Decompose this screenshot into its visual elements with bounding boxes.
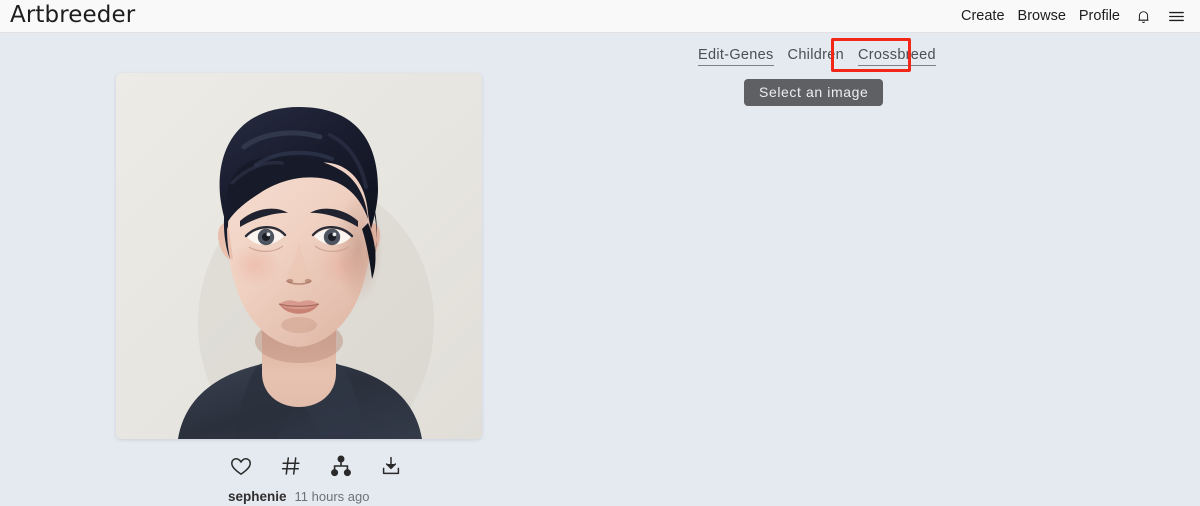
like-heart-icon[interactable]	[226, 451, 256, 481]
nav-item-create[interactable]: Create	[961, 8, 1005, 24]
lineage-tree-icon[interactable]	[326, 451, 356, 481]
author-username[interactable]: sephenie	[228, 489, 287, 504]
timestamp: 11 hours ago	[294, 489, 370, 504]
artwork-action-row	[116, 449, 482, 483]
nav-item-profile[interactable]: Profile	[1079, 8, 1120, 24]
tab-crossbreed[interactable]: Crossbreed	[857, 47, 936, 66]
portrait-image[interactable]	[116, 73, 482, 439]
artwork-panel: sephenie 11 hours ago	[116, 73, 482, 504]
tab-children[interactable]: Children	[788, 47, 844, 65]
select-an-image-button[interactable]: Select an image	[744, 79, 884, 106]
header-nav: Create Browse Profile	[961, 6, 1186, 26]
hamburger-menu-icon[interactable]	[1166, 6, 1186, 26]
brand-logo[interactable]: Artbreeder	[10, 3, 135, 29]
tags-hash-icon[interactable]	[276, 451, 306, 481]
nav-item-browse[interactable]: Browse	[1018, 8, 1066, 24]
top-header-bar: Artbreeder Create Browse Profile	[0, 0, 1200, 33]
bell-icon[interactable]	[1133, 6, 1153, 26]
download-icon[interactable]	[376, 451, 406, 481]
mode-tabs: Edit-Genes Children Crossbreed	[698, 45, 936, 67]
tab-edit-genes[interactable]: Edit-Genes	[698, 47, 774, 66]
artwork-caption: sephenie 11 hours ago	[116, 489, 482, 504]
